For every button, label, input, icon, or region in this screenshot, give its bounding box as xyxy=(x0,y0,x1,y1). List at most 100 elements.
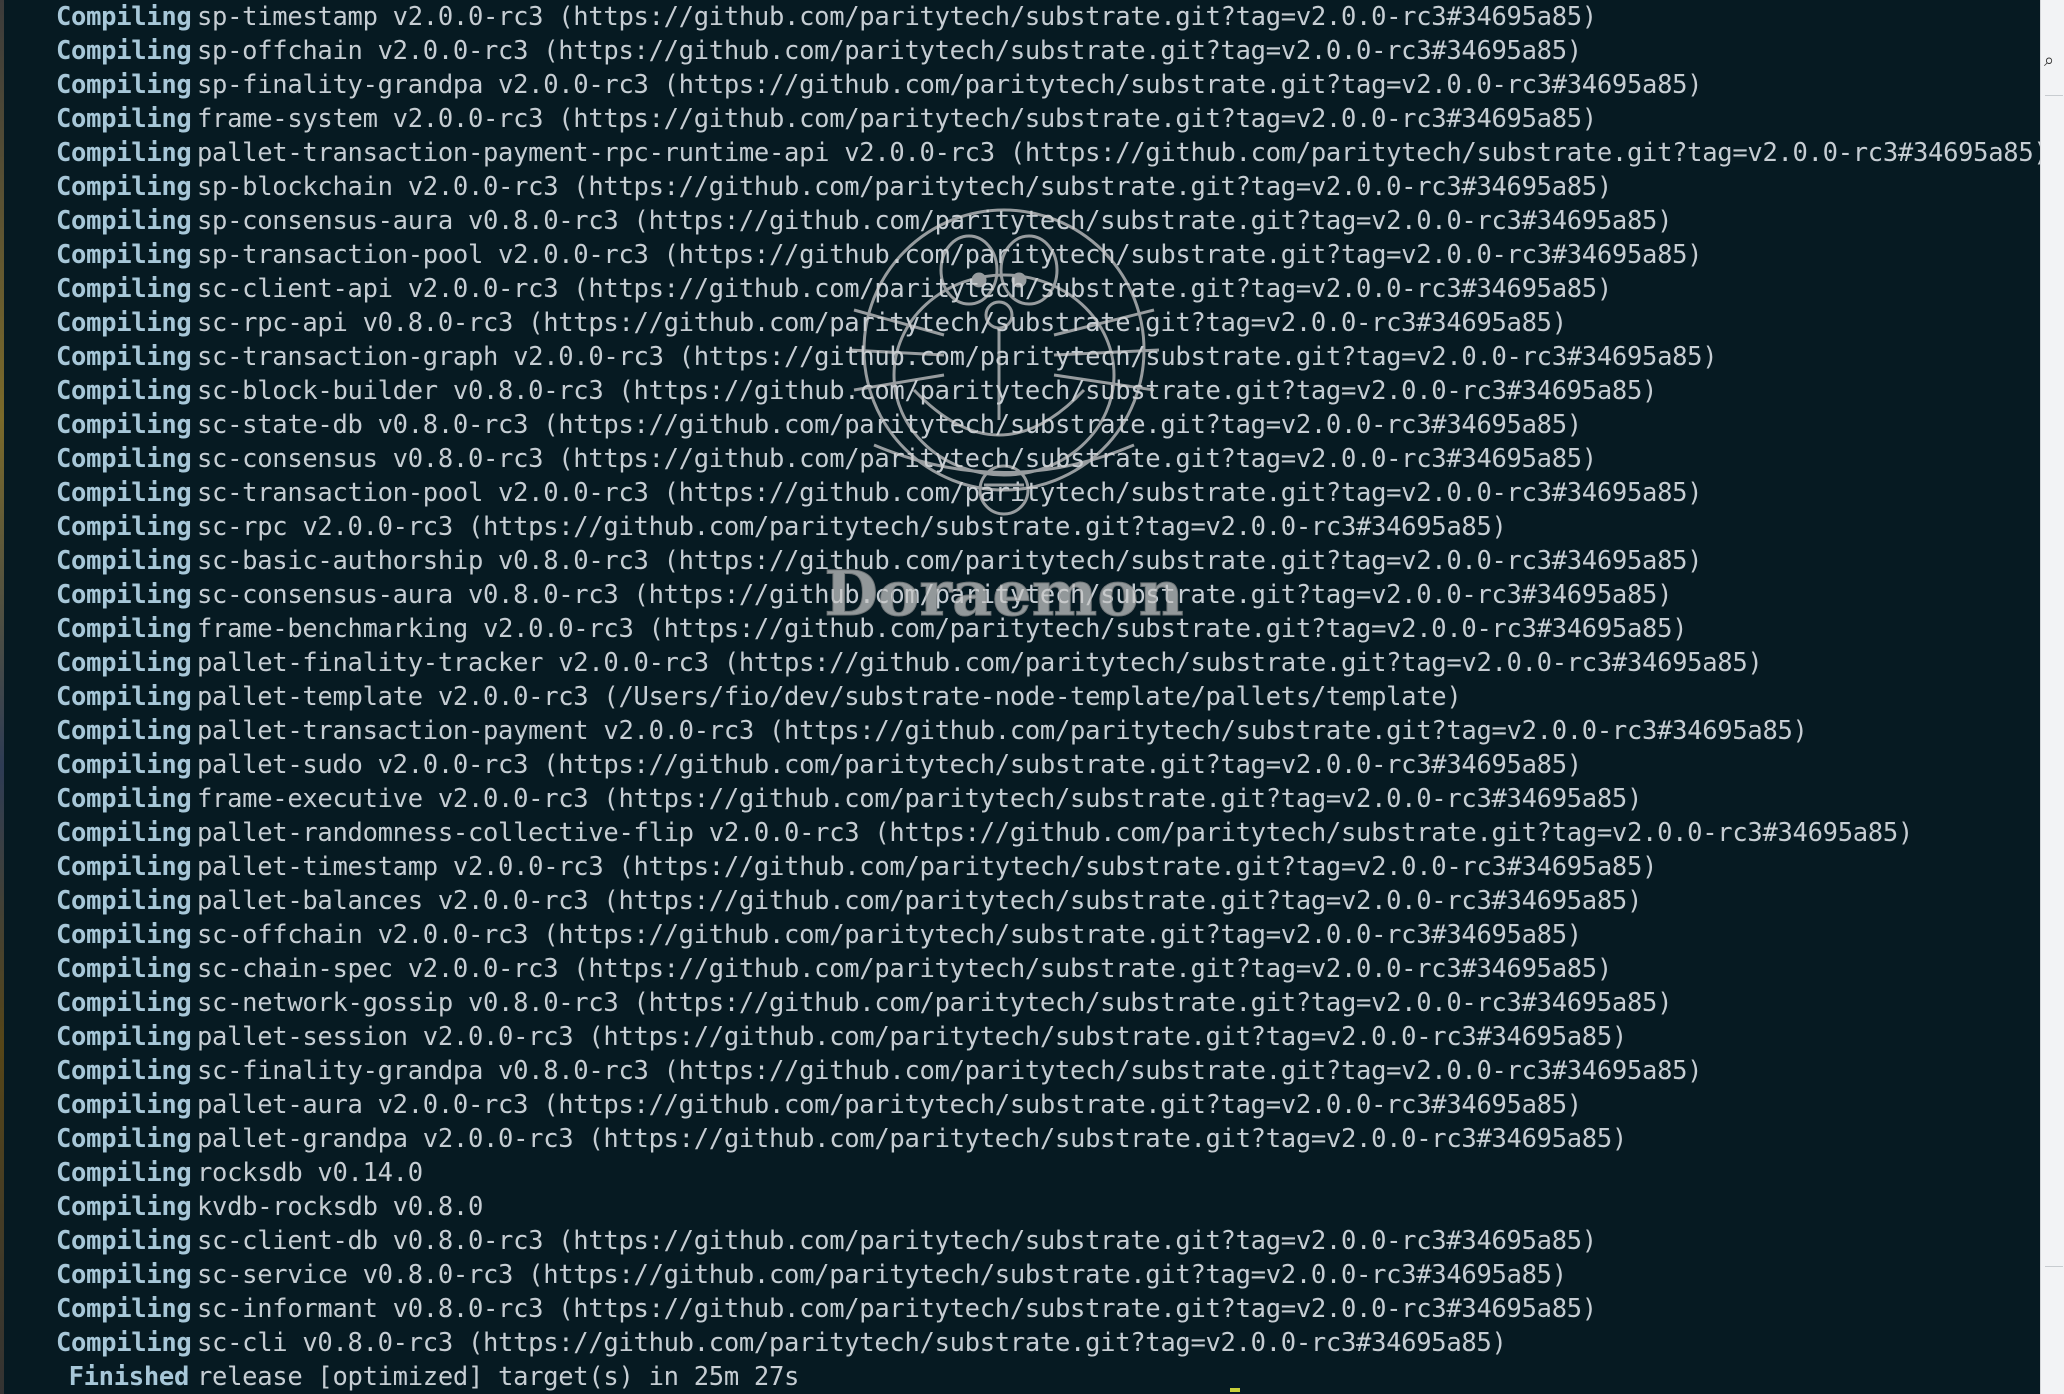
compile-verb: Compiling xyxy=(56,444,192,474)
compile-verb: Compiling xyxy=(56,2,192,32)
finished-verb: Finished xyxy=(68,1362,190,1392)
terminal-line: Compiling sc-client-api v2.0.0-rc3 (https… xyxy=(4,272,2040,306)
compile-target: sc-offchain v2.0.0-rc3 (https://github.c… xyxy=(197,920,1582,950)
terminal-line: Compiling frame-system v2.0.0-rc3 (https:… xyxy=(4,102,2040,136)
terminal-line: Compiling pallet-balances v2.0.0-rc3 (htt… xyxy=(4,884,2040,918)
terminal-line: Compiling kvdb-rocksdb v0.8.0 xyxy=(4,1190,2040,1224)
compile-target: sc-rpc v2.0.0-rc3 (https://github.com/pa… xyxy=(197,512,1507,542)
compile-target: pallet-session v2.0.0-rc3 (https://githu… xyxy=(197,1022,1627,1052)
terminal-line: Compiling sp-transaction-pool v2.0.0-rc3 … xyxy=(4,238,2040,272)
compile-target: sc-consensus-aura v0.8.0-rc3 (https://gi… xyxy=(197,580,1673,610)
compile-verb: Compiling xyxy=(56,1124,192,1154)
compile-target: pallet-grandpa v2.0.0-rc3 (https://githu… xyxy=(197,1124,1627,1154)
terminal-line: Compiling rocksdb v0.14.0 xyxy=(4,1156,2040,1190)
terminal-line: Compiling pallet-transaction-payment v2.0… xyxy=(4,714,2040,748)
compile-verb: Compiling xyxy=(56,818,192,848)
compile-verb: Compiling xyxy=(56,920,192,950)
compile-verb: Compiling xyxy=(56,206,192,236)
compile-target: sc-finality-grandpa v0.8.0-rc3 (https://… xyxy=(197,1056,1703,1086)
compile-verb: Compiling xyxy=(56,750,192,780)
terminal-line: Compiling sc-rpc v2.0.0-rc3 (https://gith… xyxy=(4,510,2040,544)
compile-verb: Compiling xyxy=(56,954,192,984)
background-window-edge: ⌕ xyxy=(2040,0,2064,1394)
terminal-line: Compiling pallet-template v2.0.0-rc3 (/Us… xyxy=(4,680,2040,714)
compile-target: sc-basic-authorship v0.8.0-rc3 (https://… xyxy=(197,546,1703,576)
compile-verb: Compiling xyxy=(56,988,192,1018)
compile-verb: Compiling xyxy=(56,580,192,610)
compile-target: sc-consensus v0.8.0-rc3 (https://github.… xyxy=(197,444,1597,474)
magnifier-icon[interactable]: ⌕ xyxy=(2044,50,2054,71)
compile-target: sc-transaction-pool v2.0.0-rc3 (https://… xyxy=(197,478,1703,508)
finished-summary: release [optimized] target(s) in 25m 27s xyxy=(197,1362,800,1392)
terminal-line: Compiling pallet-session v2.0.0-rc3 (http… xyxy=(4,1020,2040,1054)
compile-target: sc-chain-spec v2.0.0-rc3 (https://github… xyxy=(197,954,1612,984)
terminal-line: Compiling pallet-transaction-payment-rpc-… xyxy=(4,136,2040,170)
terminal-line: Compiling sc-service v0.8.0-rc3 (https://… xyxy=(4,1258,2040,1292)
terminal-line: Compiling sc-basic-authorship v0.8.0-rc3 … xyxy=(4,544,2040,578)
terminal-line: Compiling pallet-sudo v2.0.0-rc3 (https:/… xyxy=(4,748,2040,782)
compile-verb: Compiling xyxy=(56,716,192,746)
compile-target: sc-block-builder v0.8.0-rc3 (https://git… xyxy=(197,376,1658,406)
terminal-line: Compiling sp-timestamp v2.0.0-rc3 (https:… xyxy=(4,0,2040,34)
terminal-line: Compiling sp-consensus-aura v0.8.0-rc3 (h… xyxy=(4,204,2040,238)
compile-target: frame-executive v2.0.0-rc3 (https://gith… xyxy=(197,784,1643,814)
terminal-line: Compiling frame-benchmarking v2.0.0-rc3 (… xyxy=(4,612,2040,646)
terminal-line: Compiling sc-finality-grandpa v0.8.0-rc3 … xyxy=(4,1054,2040,1088)
compile-target: sc-cli v0.8.0-rc3 (https://github.com/pa… xyxy=(197,1328,1507,1358)
compile-target: pallet-balances v2.0.0-rc3 (https://gith… xyxy=(197,886,1643,916)
compile-verb: Compiling xyxy=(56,546,192,576)
compile-verb: Compiling xyxy=(56,342,192,372)
terminal-line: Compiling sc-network-gossip v0.8.0-rc3 (h… xyxy=(4,986,2040,1020)
compile-verb: Compiling xyxy=(56,274,192,304)
compile-verb: Compiling xyxy=(56,1192,192,1222)
compile-target: sp-blockchain v2.0.0-rc3 (https://github… xyxy=(197,172,1612,202)
terminal-line: Compiling sc-state-db v0.8.0-rc3 (https:/… xyxy=(4,408,2040,442)
compile-verb: Compiling xyxy=(56,478,192,508)
compile-verb: Compiling xyxy=(56,648,192,678)
compile-target: kvdb-rocksdb v0.8.0 xyxy=(197,1192,483,1222)
terminal-line: Compiling pallet-timestamp v2.0.0-rc3 (ht… xyxy=(4,850,2040,884)
terminal-line: Compiling frame-executive v2.0.0-rc3 (htt… xyxy=(4,782,2040,816)
compile-verb: Compiling xyxy=(56,70,192,100)
terminal-line: Compiling sc-client-db v0.8.0-rc3 (https:… xyxy=(4,1224,2040,1258)
compile-target: pallet-timestamp v2.0.0-rc3 (https://git… xyxy=(197,852,1658,882)
terminal-line: Compiling sp-finality-grandpa v2.0.0-rc3 … xyxy=(4,68,2040,102)
compile-target: frame-system v2.0.0-rc3 (https://github.… xyxy=(197,104,1597,134)
compile-target: pallet-randomness-collective-flip v2.0.0… xyxy=(197,818,1913,848)
compile-target: frame-benchmarking v2.0.0-rc3 (https://g… xyxy=(197,614,1688,644)
compile-verb: Compiling xyxy=(56,240,192,270)
compile-verb: Compiling xyxy=(56,1260,192,1290)
compile-target: pallet-sudo v2.0.0-rc3 (https://github.c… xyxy=(197,750,1582,780)
terminal-line: Compiling sc-informant v0.8.0-rc3 (https:… xyxy=(4,1292,2040,1326)
compile-verb: Compiling xyxy=(56,1022,192,1052)
terminal-line: Compiling pallet-finality-tracker v2.0.0-… xyxy=(4,646,2040,680)
terminal-line: Compiling sc-block-builder v0.8.0-rc3 (ht… xyxy=(4,374,2040,408)
terminal-line: Compiling pallet-randomness-collective-fl… xyxy=(4,816,2040,850)
terminal-line: Compiling sp-blockchain v2.0.0-rc3 (https… xyxy=(4,170,2040,204)
divider xyxy=(2045,95,2063,96)
terminal-line: Compiling sc-cli v0.8.0-rc3 (https://gith… xyxy=(4,1326,2040,1360)
terminal-window[interactable]: Compiling sp-timestamp v2.0.0-rc3 (https:… xyxy=(4,0,2040,1394)
compile-target: pallet-finality-tracker v2.0.0-rc3 (http… xyxy=(197,648,1763,678)
compile-target: sc-rpc-api v0.8.0-rc3 (https://github.co… xyxy=(197,308,1567,338)
compile-verb: Compiling xyxy=(56,36,192,66)
cursor-indicator xyxy=(1230,1388,1240,1392)
terminal-line: Compiling sp-offchain v2.0.0-rc3 (https:/… xyxy=(4,34,2040,68)
compile-target: sc-network-gossip v0.8.0-rc3 (https://gi… xyxy=(197,988,1673,1018)
compile-target: pallet-aura v2.0.0-rc3 (https://github.c… xyxy=(197,1090,1582,1120)
compile-verb: Compiling xyxy=(56,376,192,406)
terminal-output: Compiling sp-timestamp v2.0.0-rc3 (https:… xyxy=(4,0,2040,1394)
compile-verb: Compiling xyxy=(56,1328,192,1358)
compile-target: sp-finality-grandpa v2.0.0-rc3 (https://… xyxy=(197,70,1703,100)
terminal-line: Compiling pallet-aura v2.0.0-rc3 (https:/… xyxy=(4,1088,2040,1122)
compile-verb: Compiling xyxy=(56,172,192,202)
compile-verb: Compiling xyxy=(56,104,192,134)
compile-verb: Compiling xyxy=(56,138,192,168)
compile-target: sc-service v0.8.0-rc3 (https://github.co… xyxy=(197,1260,1567,1290)
terminal-line: Compiling sc-consensus-aura v0.8.0-rc3 (h… xyxy=(4,578,2040,612)
compile-target: rocksdb v0.14.0 xyxy=(197,1158,423,1188)
finished-line: Finished release [optimized] target(s) in… xyxy=(4,1360,2040,1394)
compile-target: sp-consensus-aura v0.8.0-rc3 (https://gi… xyxy=(197,206,1673,236)
terminal-line: Compiling sc-offchain v2.0.0-rc3 (https:/… xyxy=(4,918,2040,952)
terminal-line: Compiling sc-chain-spec v2.0.0-rc3 (https… xyxy=(4,952,2040,986)
